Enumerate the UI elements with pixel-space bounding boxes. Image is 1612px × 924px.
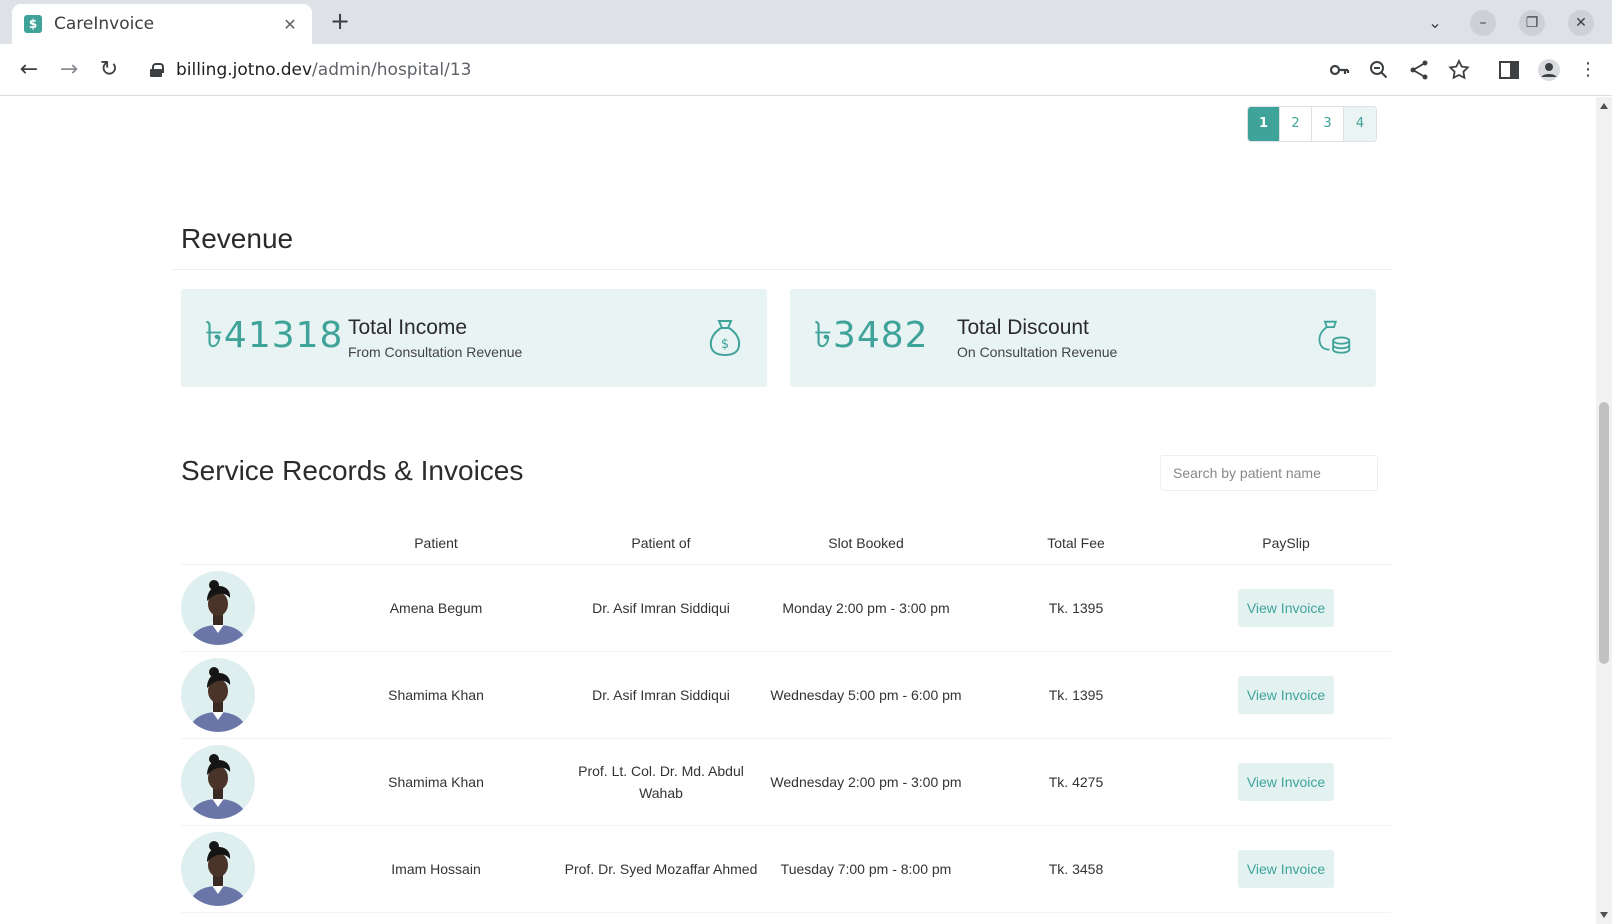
page-content: 1 2 3 4 Revenue ৳41318 Total Income From… <box>0 97 1596 924</box>
tab-title: CareInvoice <box>54 14 155 34</box>
total-fee: Tk. 3458 <box>1048 861 1104 877</box>
column-header-patient: Patient <box>414 534 458 551</box>
patient-search-input[interactable] <box>1160 455 1378 491</box>
careinvoice-favicon-icon: $ <box>24 15 42 33</box>
discount-sub: On Consultation Revenue <box>957 344 1118 360</box>
patient-avatar <box>181 658 255 732</box>
browser-tab[interactable]: $ CareInvoice ✕ <box>12 4 312 44</box>
page-button-2[interactable]: 2 <box>1280 107 1312 141</box>
lock-icon[interactable] <box>150 63 164 77</box>
page-button-1[interactable]: 1 <box>1248 107 1280 141</box>
patient-name: Shamima Khan <box>388 774 484 790</box>
scroll-thumb[interactable] <box>1599 402 1609 664</box>
tab-search-chevron-icon[interactable]: ⌄ <box>1422 10 1448 36</box>
income-label: Total Income <box>348 316 468 339</box>
slot-booked: Monday 2:00 pm - 3:00 pm <box>782 600 950 616</box>
table-row: Imam Hossain Prof. Dr. Syed Mozaffar Ahm… <box>181 826 1391 913</box>
svg-text:$: $ <box>721 337 729 352</box>
profile-avatar-icon[interactable] <box>1537 58 1561 82</box>
page-button-3[interactable]: 3 <box>1312 107 1344 141</box>
reload-icon[interactable]: ↻ <box>94 56 124 86</box>
income-sub: From Consultation Revenue <box>348 344 523 360</box>
browser-tab-bar: $ CareInvoice ✕ + ⌄ – ❐ ✕ <box>0 0 1612 44</box>
doctor-name: Dr. Asif Imran Siddiqui <box>592 600 730 616</box>
revenue-divider <box>172 269 1392 270</box>
patient-avatar <box>181 745 255 819</box>
zoom-out-icon[interactable] <box>1367 58 1391 82</box>
column-header-patient-of: Patient of <box>631 534 691 551</box>
doctor-name: Dr. Asif Imran Siddiqui <box>592 687 730 703</box>
page-button-4[interactable]: 4 <box>1344 107 1376 141</box>
table-header: Patient Patient of Slot Booked Total Fee… <box>181 521 1391 565</box>
records-table: Patient Patient of Slot Booked Total Fee… <box>181 521 1391 913</box>
money-bag-icon: $ <box>709 320 741 357</box>
total-fee: Tk. 4275 <box>1048 774 1104 790</box>
page-scrollbar[interactable] <box>1596 97 1612 924</box>
share-icon[interactable] <box>1407 58 1431 82</box>
patient-avatar <box>181 571 255 645</box>
minimize-button[interactable]: – <box>1470 10 1496 36</box>
total-income-card: ৳41318 Total Income From Consultation Re… <box>181 289 767 387</box>
view-invoice-button[interactable]: View Invoice <box>1237 676 1335 714</box>
doctor-name: Prof. Lt. Col. Dr. Md. Abdul Wahab <box>578 763 744 801</box>
table-row: Shamima Khan Dr. Asif Imran Siddiqui Wed… <box>181 652 1391 739</box>
column-header-total-fee: Total Fee <box>1047 534 1105 551</box>
side-panel-icon[interactable] <box>1497 58 1521 82</box>
slot-booked: Wednesday 5:00 pm - 6:00 pm <box>770 687 962 703</box>
income-amount: ৳41318 <box>205 315 344 356</box>
patient-avatar <box>181 832 255 906</box>
total-fee: Tk. 1395 <box>1048 687 1104 703</box>
revenue-title: Revenue <box>181 223 294 254</box>
coins-jar-icon <box>1318 320 1351 354</box>
key-icon[interactable] <box>1327 58 1351 82</box>
total-discount-card: ৳3482 Total Discount On Consultation Rev… <box>790 289 1376 387</box>
pagination: 1 2 3 4 <box>1247 106 1377 142</box>
url-field[interactable]: billing.jotno.dev/admin/hospital/13 <box>136 50 1316 90</box>
table-row: Shamima Khan Prof. Lt. Col. Dr. Md. Abdu… <box>181 739 1391 826</box>
url-path: /admin/hospital/13 <box>312 60 472 80</box>
view-invoice-button[interactable]: View Invoice <box>1237 763 1335 801</box>
doctor-name: Prof. Dr. Syed Mozaffar Ahmed <box>564 861 758 877</box>
total-fee: Tk. 1395 <box>1048 600 1104 616</box>
restore-button[interactable]: ❐ <box>1519 10 1545 36</box>
patient-name: Imam Hossain <box>391 861 481 877</box>
slot-booked: Tuesday 7:00 pm - 8:00 pm <box>780 861 952 877</box>
window-close-button[interactable]: ✕ <box>1568 10 1594 36</box>
slot-booked: Wednesday 2:00 pm - 3:00 pm <box>770 774 962 790</box>
discount-label: Total Discount <box>957 316 1089 339</box>
address-bar: ← → ↻ billing.jotno.dev/admin/hospital/1… <box>0 44 1612 96</box>
view-invoice-button[interactable]: View Invoice <box>1237 589 1335 627</box>
view-invoice-button[interactable]: View Invoice <box>1237 850 1335 888</box>
table-row: Amena Begum Dr. Asif Imran Siddiqui Mond… <box>181 565 1391 652</box>
url-host: billing.jotno.dev <box>176 60 313 80</box>
forward-arrow-icon[interactable]: → <box>54 56 84 86</box>
close-tab-icon[interactable]: ✕ <box>280 15 300 34</box>
column-header-slot-booked: Slot Booked <box>828 534 904 551</box>
patient-name: Amena Begum <box>389 600 483 616</box>
bookmark-star-icon[interactable] <box>1447 58 1471 82</box>
column-header-payslip: PaySlip <box>1262 534 1310 551</box>
new-tab-button[interactable]: + <box>326 8 354 36</box>
discount-amount: ৳3482 <box>814 315 929 356</box>
scroll-down-arrow-icon[interactable] <box>1600 912 1608 918</box>
back-arrow-icon[interactable]: ← <box>14 56 44 86</box>
browser-menu-icon[interactable]: ⋮ <box>1576 58 1600 82</box>
patient-name: Shamima Khan <box>388 687 484 703</box>
scroll-up-arrow-icon[interactable] <box>1600 103 1608 109</box>
records-title: Service Records & Invoices <box>181 455 524 486</box>
